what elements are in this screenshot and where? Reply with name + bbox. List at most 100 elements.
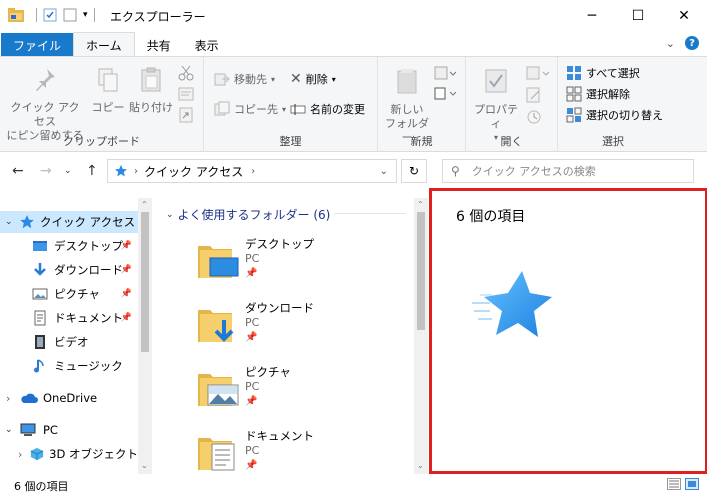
nav-item-label: クイック アクセス	[40, 215, 136, 229]
invert-selection-button[interactable]: 選択の切り替え	[566, 107, 663, 123]
nav-item-pc[interactable]: ⌄ PC	[0, 419, 138, 441]
select-all-button[interactable]: すべて選択	[566, 65, 640, 81]
nav-item-label: ダウンロード	[54, 263, 123, 277]
select-none-label: 選択解除	[586, 88, 630, 101]
details-item-count: 6 個の項目	[456, 209, 526, 225]
chevron-down-icon[interactable]: ⌄	[5, 425, 19, 435]
paste-shortcut-icon[interactable]	[178, 107, 194, 123]
chevron-down-icon[interactable]: ⌄	[666, 37, 675, 50]
pin-icon: 📌	[245, 268, 258, 279]
chevron-right-icon[interactable]: ›	[18, 448, 30, 461]
up-button[interactable]: ↑	[86, 163, 98, 179]
maximize-button[interactable]: ☐	[615, 0, 661, 31]
nav-item-videos[interactable]: ビデオ	[0, 331, 138, 353]
scrollbar-thumb[interactable]	[141, 212, 149, 352]
properties-icon	[485, 69, 507, 93]
scrollbar-thumb[interactable]	[417, 212, 425, 330]
list-item[interactable]: ダウンロード PC 📌	[196, 300, 406, 360]
list-item[interactable]: ピクチャ PC 📌	[196, 364, 406, 424]
folder-name: デスクトップ	[245, 237, 314, 251]
new-folder-label-line1: 新しい	[390, 103, 424, 116]
chevron-down-icon[interactable]: ⌄	[5, 217, 19, 227]
large-icons-view-icon[interactable]	[685, 478, 699, 490]
recent-locations-button[interactable]: ⌄	[64, 166, 72, 176]
select-none-icon	[566, 86, 582, 102]
pin-quick-access-button[interactable]: クイック アクセス にピン留めする	[6, 67, 84, 143]
minimize-button[interactable]: ─	[569, 0, 615, 31]
edit-icon[interactable]	[526, 87, 542, 103]
list-item[interactable]: デスクトップ PC 📌	[196, 236, 406, 296]
forward-button[interactable]: →	[40, 163, 52, 179]
pin-icon: 📌	[245, 332, 258, 343]
scroll-up-icon[interactable]: ⌃	[141, 200, 148, 209]
nav-item-music[interactable]: ミュージック	[0, 355, 138, 377]
help-icon[interactable]: ?	[685, 36, 699, 50]
delete-button[interactable]: ✕ 削除 ▾	[290, 71, 336, 87]
chevron-down-icon[interactable]: ⌄	[380, 166, 388, 177]
nav-item-onedrive[interactable]: › OneDrive	[0, 387, 138, 409]
new-folder-icon[interactable]	[63, 8, 77, 22]
nav-item-pictures[interactable]: ピクチャ 📌	[0, 283, 138, 305]
delete-label: 削除	[305, 73, 328, 86]
pin-icon: 📌	[120, 241, 132, 251]
divider	[93, 8, 95, 22]
details-view-icon[interactable]	[667, 478, 681, 490]
refresh-button[interactable]: ↻	[401, 159, 427, 183]
nav-item-3d-objects[interactable]: › 3D オブジェクト	[0, 443, 138, 465]
folder-name: ピクチャ	[245, 365, 291, 379]
search-input[interactable]: ⚲ クイック アクセスの検索	[442, 159, 694, 183]
rename-button[interactable]: 名前の変更	[290, 101, 365, 117]
copy-button[interactable]: コピー	[90, 67, 126, 115]
star-icon	[115, 165, 127, 177]
new-group-label: 新規	[410, 135, 433, 148]
address-bar[interactable]: › クイック アクセス › ⌄	[107, 159, 397, 183]
cut-icon[interactable]	[178, 65, 194, 81]
chevron-down-icon[interactable]: ▾	[83, 10, 88, 20]
tab-share[interactable]: 共有	[135, 33, 183, 57]
scroll-up-icon[interactable]: ⌃	[417, 200, 424, 209]
file-list-scrollbar[interactable]: ⌃ ⌄	[414, 198, 428, 474]
chevron-right-icon[interactable]: ›	[6, 392, 20, 405]
pin-icon	[36, 69, 55, 91]
nav-item-documents[interactable]: ドキュメント 📌	[0, 307, 138, 329]
downloads-folder-icon	[198, 310, 234, 342]
select-none-button[interactable]: 選択解除	[566, 86, 630, 102]
nav-item-label: OneDrive	[43, 391, 98, 405]
copy-to-button[interactable]: コピー先 ▾	[214, 101, 286, 117]
chevron-down-icon: ▾	[271, 74, 276, 84]
group-header[interactable]: ⌄ よく使用するフォルダー (6)	[166, 206, 330, 223]
back-button[interactable]: ←	[12, 163, 24, 179]
folder-name: ドキュメント	[245, 429, 314, 443]
move-to-button[interactable]: 移動先 ▾	[214, 71, 275, 87]
nav-item-desktop[interactable]: デスクトップ 📌	[0, 235, 138, 257]
new-item-icon[interactable]	[434, 65, 456, 81]
tab-home[interactable]: ホーム	[73, 32, 135, 57]
copy-path-icon[interactable]	[178, 87, 194, 101]
easy-access-icon[interactable]	[434, 85, 456, 101]
nav-item-downloads[interactable]: ダウンロード 📌	[0, 259, 138, 281]
properties-icon[interactable]	[43, 8, 57, 22]
open-icon[interactable]	[526, 65, 550, 81]
navigation-pane: ⌄ クイック アクセス デスクトップ 📌 ダウンロード 📌 ピクチャ 📌 ドキュ…	[0, 198, 152, 474]
nav-item-quick-access[interactable]: ⌄ クイック アクセス	[0, 211, 138, 233]
ribbon-controls: ⌄ ?	[666, 36, 699, 50]
invert-selection-icon	[566, 107, 582, 123]
copy-to-icon	[214, 101, 230, 116]
paste-button[interactable]: 貼り付け	[128, 67, 174, 115]
copy-label: コピー	[91, 101, 125, 114]
folder-location: PC	[245, 252, 260, 265]
nav-item-label: PC	[43, 423, 58, 437]
scroll-down-icon[interactable]: ⌄	[141, 461, 148, 470]
history-icon[interactable]	[526, 109, 542, 125]
address-path[interactable]: クイック アクセス	[144, 163, 243, 180]
tab-view[interactable]: 表示	[183, 33, 231, 57]
close-button[interactable]: ✕	[661, 0, 707, 31]
tab-file[interactable]: ファイル	[1, 33, 74, 57]
video-icon	[35, 335, 45, 349]
list-item[interactable]: ドキュメント PC 📌	[196, 428, 406, 474]
navigation-pane-scrollbar[interactable]: ⌃ ⌄	[138, 198, 152, 474]
organize-group: 移動先 ▾ コピー先 ▾ ✕ 削除 ▾ 名前の変更 整理	[204, 57, 378, 152]
scroll-down-icon[interactable]: ⌄	[417, 461, 424, 470]
chevron-right-icon: ›	[251, 165, 256, 177]
pc-icon	[20, 423, 36, 436]
